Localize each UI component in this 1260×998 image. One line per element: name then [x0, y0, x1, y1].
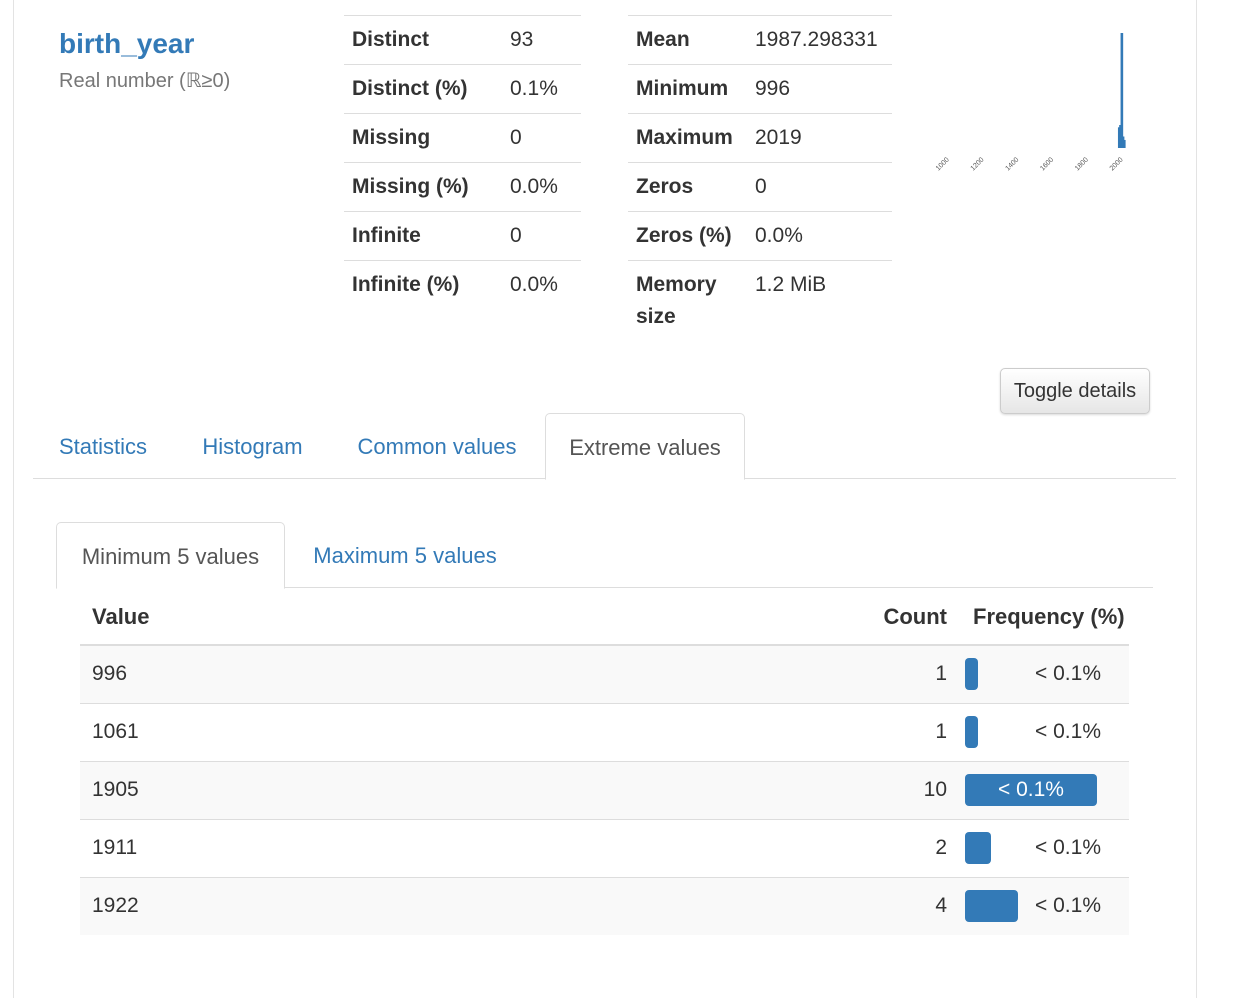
cell-count: 4 — [849, 876, 959, 935]
cell-value: 1911 — [80, 818, 849, 877]
stat-row: Infinite (%) 0.0% — [344, 260, 581, 309]
frequency-bar — [965, 890, 1018, 923]
stat-row: Memory size 1.2 MiB — [628, 260, 892, 341]
stat-value: 93 — [502, 15, 581, 65]
stat-row: Distinct 93 — [344, 15, 581, 65]
histogram-tick-label: 1600 — [1039, 156, 1055, 172]
stat-value: 0.0% — [502, 260, 581, 309]
cell-value: 996 — [80, 644, 849, 703]
cell-value: 1061 — [80, 702, 849, 761]
tab-maximum-5-values[interactable]: Maximum 5 values — [296, 522, 514, 588]
variable-type: Real number (ℝ≥0) — [59, 70, 231, 92]
tab-extreme-values[interactable]: Extreme values — [545, 413, 745, 480]
frequency-bar-container: < 0.1% — [965, 716, 1103, 748]
histogram-tick-label: 1200 — [970, 156, 986, 172]
cell-count: 1 — [849, 702, 959, 761]
cell-frequency: < 0.1% — [959, 876, 1129, 935]
frequency-label: < 0.1% — [1035, 720, 1101, 743]
table-row: 1922 4 < 0.1% — [80, 876, 1129, 935]
frequency-bar-container: < 0.1% — [965, 890, 1103, 923]
stat-row: Distinct (%) 0.1% — [344, 64, 581, 114]
tab-histogram[interactable]: Histogram — [185, 413, 320, 479]
stat-row: Maximum 2019 — [628, 113, 892, 163]
stat-key: Memory size — [628, 260, 747, 341]
stat-key: Missing (%) — [344, 162, 502, 212]
stat-row: Mean 1987.298331 — [628, 15, 892, 65]
extreme-values-subtabs: Minimum 5 values Maximum 5 values — [56, 522, 1153, 589]
stat-value: 1.2 MiB — [747, 260, 892, 341]
stat-key: Infinite (%) — [344, 260, 502, 309]
variable-name-link[interactable]: birth_year — [59, 28, 194, 60]
histogram-bar — [1120, 33, 1124, 148]
cell-frequency: < 0.1% — [959, 702, 1129, 761]
tab-common-values[interactable]: Common values — [339, 413, 535, 479]
stat-value: 0 — [502, 211, 581, 261]
histogram-tick-label: 1800 — [1074, 156, 1090, 172]
stat-row: Infinite 0 — [344, 211, 581, 261]
frequency-label: < 0.1% — [1035, 662, 1101, 686]
column-header-frequency: Frequency (%) — [959, 590, 1129, 646]
histogram-tick-label: 1400 — [1004, 156, 1020, 172]
stat-key: Zeros (%) — [628, 211, 747, 261]
cell-frequency: < 0.1% — [959, 644, 1129, 703]
stat-key: Minimum — [628, 64, 747, 114]
frequency-bar — [965, 716, 978, 748]
cell-count: 1 — [849, 644, 959, 703]
frequency-bar — [965, 832, 991, 864]
stat-value: 0.0% — [747, 211, 892, 261]
cell-count: 10 — [849, 760, 959, 819]
stat-key: Missing — [344, 113, 502, 163]
histogram-bar — [1123, 139, 1126, 148]
stat-key: Zeros — [628, 162, 747, 212]
histogram-tick-label: 1000 — [935, 156, 951, 172]
cell-frequency: < 0.1% — [959, 818, 1129, 877]
tab-minimum-5-values[interactable]: Minimum 5 values — [56, 522, 285, 589]
tab-statistics[interactable]: Statistics — [33, 413, 173, 479]
table-header-row: Value Count Frequency (%) — [80, 590, 1129, 646]
stat-value: 0 — [502, 113, 581, 163]
frequency-bar-container: < 0.1% — [965, 832, 1103, 864]
toggle-details-button[interactable]: Toggle details — [1000, 368, 1150, 414]
frequency-label: < 0.1% — [1035, 836, 1101, 859]
frequency-bar-container: < 0.1% — [965, 774, 1103, 806]
stat-value: 0 — [747, 162, 892, 212]
stats-table-right: Mean 1987.298331 Minimum 996 Maximum 2019 Z… — [628, 15, 892, 341]
stat-value: 0.0% — [502, 162, 581, 212]
stat-row: Zeros 0 — [628, 162, 892, 212]
stat-value: 2019 — [747, 113, 892, 163]
stat-key: Distinct (%) — [344, 64, 502, 114]
frequency-label: < 0.1% — [998, 778, 1064, 801]
mini-histogram: 1000 1200 1400 1600 1800 2000 — [935, 33, 1126, 172]
histogram-tick-label: 2000 — [1109, 156, 1125, 172]
stat-row: Zeros (%) 0.0% — [628, 211, 892, 261]
frequency-bar-container: < 0.1% — [965, 658, 1103, 691]
cell-value: 1922 — [80, 876, 849, 935]
stat-key: Maximum — [628, 113, 747, 163]
stats-table-left: Distinct 93 Distinct (%) 0.1% Missing 0 Mis… — [344, 15, 581, 309]
stat-key: Mean — [628, 15, 747, 65]
stat-key: Infinite — [344, 211, 502, 261]
cell-count: 2 — [849, 818, 959, 877]
main-tabs: Statistics Histogram Common values Extre… — [33, 413, 1176, 480]
extreme-values-table: Value Count Frequency (%) 996 1 < 0.1% 1061… — [80, 590, 1129, 935]
stat-row: Missing (%) 0.0% — [344, 162, 581, 212]
table-row: 1905 10 < 0.1% — [80, 760, 1129, 819]
table-row: 996 1 < 0.1% — [80, 644, 1129, 703]
table-row: 1911 2 < 0.1% — [80, 818, 1129, 877]
cell-value: 1905 — [80, 760, 849, 819]
frequency-label: < 0.1% — [1035, 894, 1101, 918]
frequency-bar — [965, 658, 978, 691]
stat-key: Distinct — [344, 15, 502, 65]
stat-row: Missing 0 — [344, 113, 581, 163]
cell-frequency: < 0.1% — [959, 760, 1129, 819]
stat-value: 1987.298331 — [747, 15, 892, 65]
stat-value: 0.1% — [502, 64, 581, 114]
table-row: 1061 1 < 0.1% — [80, 702, 1129, 761]
column-header-count: Count — [849, 590, 959, 646]
stat-row: Minimum 996 — [628, 64, 892, 114]
column-header-value: Value — [80, 590, 849, 646]
stat-value: 996 — [747, 64, 892, 114]
